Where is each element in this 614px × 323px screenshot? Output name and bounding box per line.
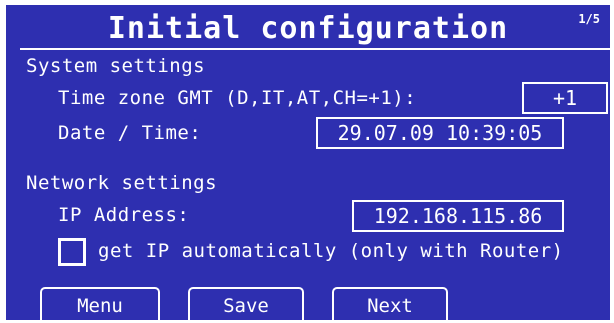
ip-address-field[interactable]: 192.168.115.86 xyxy=(352,200,564,232)
ip-address-label: IP Address: xyxy=(58,204,190,226)
auto-ip-checkbox[interactable] xyxy=(58,238,86,266)
system-settings-heading: System settings xyxy=(26,55,206,77)
datetime-field[interactable]: 29.07.09 10:39:05 xyxy=(316,117,564,149)
timezone-field[interactable]: +1 xyxy=(522,82,608,114)
page-indicator: 1/5 xyxy=(578,12,600,26)
timezone-label: Time zone GMT (D,IT,AT,CH=+1): xyxy=(58,87,417,109)
next-button[interactable]: Next xyxy=(332,287,448,323)
title-divider xyxy=(20,48,610,50)
datetime-label: Date / Time: xyxy=(58,122,202,144)
save-button[interactable]: Save xyxy=(188,287,304,323)
page-title: Initial configuration xyxy=(107,11,509,46)
network-settings-heading: Network settings xyxy=(26,172,218,194)
config-screen: Initial configuration 1/5 System setting… xyxy=(6,5,610,323)
menu-button[interactable]: Menu xyxy=(40,287,160,323)
auto-ip-label: get IP automatically (only with Router) xyxy=(98,240,564,262)
